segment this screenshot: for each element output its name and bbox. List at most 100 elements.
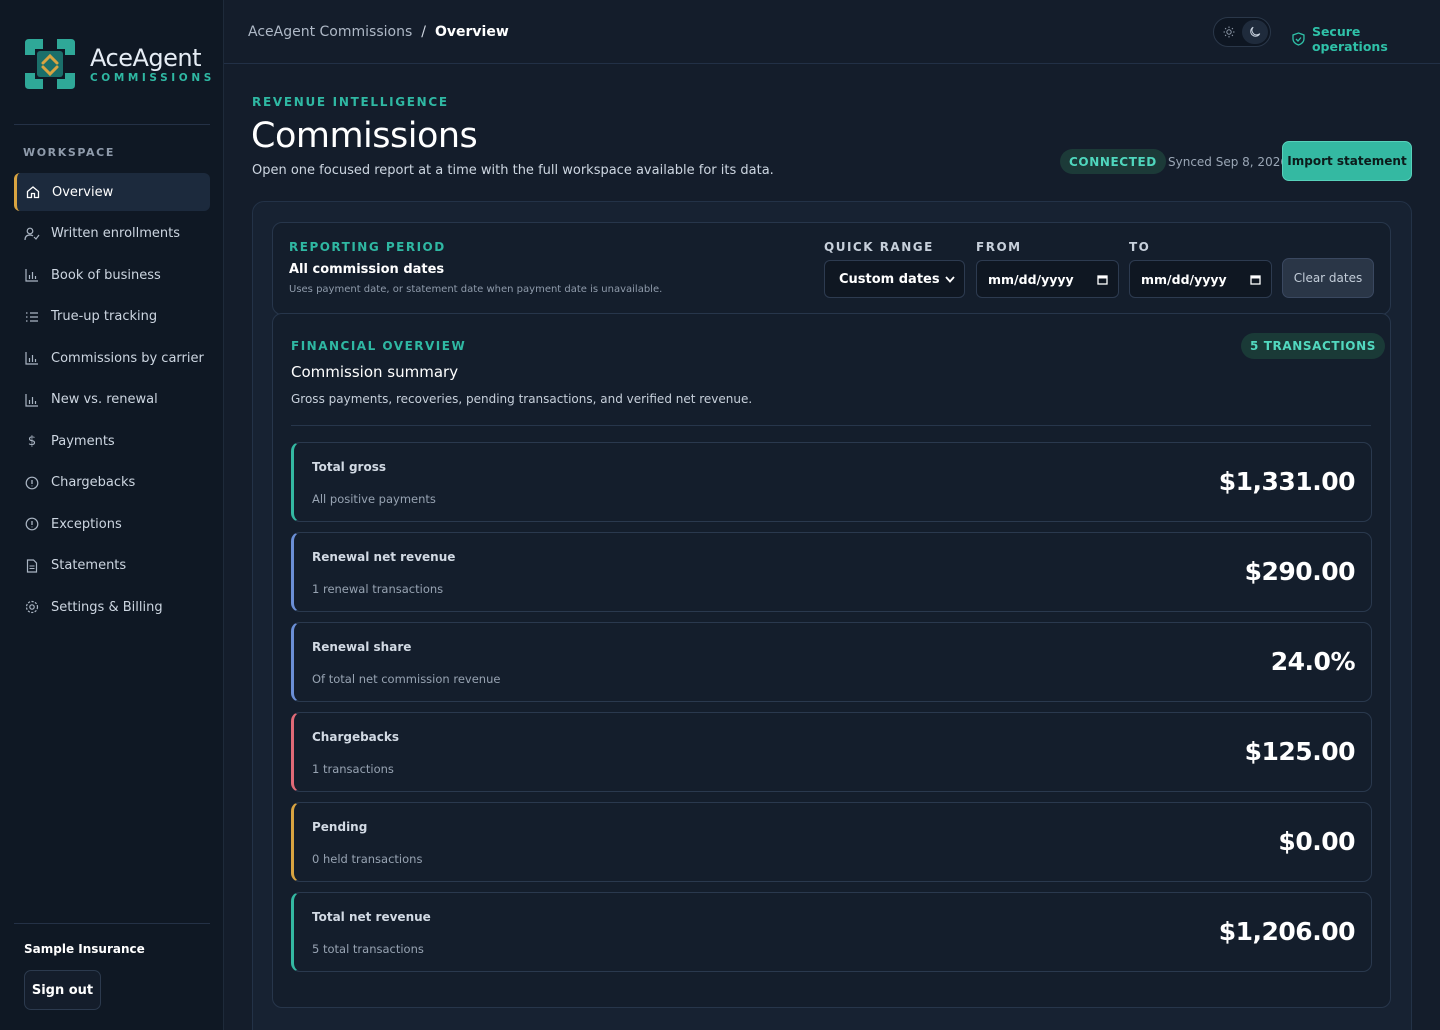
metric-subtext: 0 held transactions	[312, 852, 423, 866]
metric-label: Renewal net revenue	[312, 550, 456, 564]
sidebar-item-label: Written enrollments	[51, 226, 181, 241]
brand-name: AceAgent	[90, 43, 201, 72]
dollar-icon: $	[27, 433, 37, 449]
organization-name: Sample Insurance	[24, 942, 145, 956]
sidebar-item-label: Settings & Billing	[51, 599, 163, 615]
sidebar-divider	[14, 124, 210, 125]
sidebar-item-label: New vs. renewal	[51, 392, 158, 407]
connection-status-badge: CONNECTED	[1060, 149, 1166, 174]
bar-chart-icon	[24, 350, 40, 366]
alert-circle-icon	[24, 516, 40, 532]
gear-icon	[24, 599, 40, 615]
calendar-icon	[1250, 274, 1261, 285]
metric-value: $0.00	[1278, 827, 1355, 856]
sidebar-item-statements[interactable]: Statements	[14, 547, 210, 585]
sign-out-button[interactable]: Sign out	[24, 970, 101, 1010]
topbar: AceAgent Commissions / Overview Secure o…	[224, 0, 1440, 64]
metric-value: 24.0%	[1270, 647, 1356, 676]
to-date-input[interactable]: mm/dd/yyyy	[1129, 260, 1272, 298]
sidebar-item-payments[interactable]: $ Payments	[14, 422, 210, 460]
reporting-period-eyebrow: REPORTING PERIOD	[289, 240, 446, 254]
breadcrumb: AceAgent Commissions / Overview	[248, 24, 509, 40]
transactions-count-badge: 5 TRANSACTIONS	[1241, 333, 1385, 359]
quick-range-value: Custom dates	[839, 271, 940, 287]
page-eyebrow: REVENUE INTELLIGENCE	[252, 95, 449, 109]
sidebar-item-book-of-business[interactable]: Book of business	[14, 256, 210, 294]
page-description: Open one focused report at a time with t…	[252, 163, 774, 178]
from-date-input[interactable]: mm/dd/yyyy	[976, 260, 1119, 298]
metric-value: $125.00	[1244, 737, 1356, 766]
workspace-section-label: WORKSPACE	[23, 146, 115, 159]
metric-label: Pending	[312, 820, 368, 834]
sidebar-item-true-up-tracking[interactable]: True-up tracking	[14, 298, 210, 336]
document-icon	[24, 558, 40, 574]
metric-value: $1,331.00	[1218, 467, 1356, 496]
metric-subtext: Of total net commission revenue	[312, 672, 501, 686]
import-statement-button[interactable]: Import statement	[1282, 141, 1412, 181]
sidebar-divider	[14, 923, 210, 924]
page-title: Commissions	[251, 116, 478, 156]
commission-summary-description: Gross payments, recoveries, pending tran…	[291, 392, 753, 406]
breadcrumb-root[interactable]: AceAgent Commissions	[248, 24, 412, 40]
sidebar-item-label: Overview	[52, 184, 114, 200]
sidebar-item-chargebacks[interactable]: Chargebacks	[14, 464, 210, 502]
sidebar-item-label: Exceptions	[51, 516, 122, 532]
synced-timestamp: Synced Sep 8, 2026	[1168, 155, 1288, 169]
aceagent-logo-icon	[25, 39, 75, 89]
metric-label: Chargebacks	[312, 730, 400, 744]
bar-chart-icon	[24, 267, 40, 283]
metric-value: $1,206.00	[1218, 917, 1356, 946]
secure-operations-indicator: Secure operations	[1292, 24, 1440, 54]
from-date-placeholder: mm/dd/yyyy	[988, 271, 1074, 287]
sidebar-item-written-enrollments[interactable]: Written enrollments	[14, 215, 210, 253]
reporting-period-title: All commission dates	[289, 262, 445, 277]
metric-subtext: All positive payments	[312, 492, 436, 506]
breadcrumb-current: Overview	[434, 24, 509, 40]
sidebar-item-label: Payments	[51, 433, 115, 449]
sidebar-item-settings-billing[interactable]: Settings & Billing	[14, 588, 210, 626]
calendar-icon	[1097, 274, 1108, 285]
sidebar-item-label: Book of business	[51, 267, 161, 283]
home-icon	[25, 184, 41, 200]
from-date-label: FROM	[976, 240, 1022, 254]
reporting-period-note: Uses payment date, or statement date whe…	[289, 284, 663, 295]
sun-icon[interactable]	[1216, 20, 1242, 44]
metric-label: Total gross	[312, 460, 386, 474]
financial-overview-eyebrow: FINANCIAL OVERVIEW	[291, 339, 467, 353]
metric-card-renewal-share: Renewal share Of total net commission re…	[291, 622, 1372, 702]
metric-card-pending: Pending 0 held transactions $0.00	[291, 802, 1372, 882]
sidebar-item-label: Chargebacks	[51, 475, 136, 490]
sidebar-item-new-vs-renewal[interactable]: New vs. renewal	[14, 381, 210, 419]
clear-dates-button[interactable]: Clear dates	[1282, 258, 1374, 298]
metric-subtext: 1 transactions	[312, 762, 394, 776]
sidebar-item-label: True-up tracking	[51, 309, 158, 324]
metric-card-total-net-revenue: Total net revenue 5 total transactions $…	[291, 892, 1372, 972]
moon-icon[interactable]	[1242, 20, 1268, 44]
to-date-label: TO	[1129, 240, 1151, 254]
sidebar-item-label: Commissions by carrier	[51, 350, 204, 366]
brand-logo[interactable]: AceAgent COMMISSIONS	[23, 37, 215, 91]
chevron-down-icon	[945, 275, 955, 283]
sidebar-item-overview[interactable]: Overview	[14, 173, 210, 211]
breadcrumb-separator: /	[421, 24, 426, 40]
commission-summary-title: Commission summary	[291, 363, 459, 381]
sidebar-item-commissions-by-carrier[interactable]: Commissions by carrier	[14, 339, 210, 377]
metric-label: Renewal share	[312, 640, 412, 654]
bar-chart-icon	[24, 392, 40, 408]
quick-range-select[interactable]: Custom dates	[824, 260, 965, 298]
sidebar-nav: Overview Written enrollments Book of bus…	[14, 173, 210, 630]
to-date-placeholder: mm/dd/yyyy	[1141, 271, 1227, 287]
alert-circle-icon	[24, 475, 40, 491]
sidebar: AceAgent COMMISSIONS WORKSPACE Overview …	[0, 0, 224, 1030]
theme-toggle[interactable]	[1213, 17, 1271, 47]
secure-operations-label: Secure operations	[1311, 24, 1388, 54]
metric-card-chargebacks: Chargebacks 1 transactions $125.00	[291, 712, 1372, 792]
overview-divider	[291, 425, 1371, 426]
sidebar-item-exceptions[interactable]: Exceptions	[14, 505, 210, 543]
metric-value: $290.00	[1244, 557, 1356, 586]
user-check-icon	[24, 226, 40, 242]
quick-range-label: QUICK RANGE	[824, 240, 934, 254]
brand-tagline: COMMISSIONS	[90, 71, 215, 84]
metric-label: Total net revenue	[312, 910, 431, 924]
metric-subtext: 1 renewal transactions	[312, 582, 444, 596]
